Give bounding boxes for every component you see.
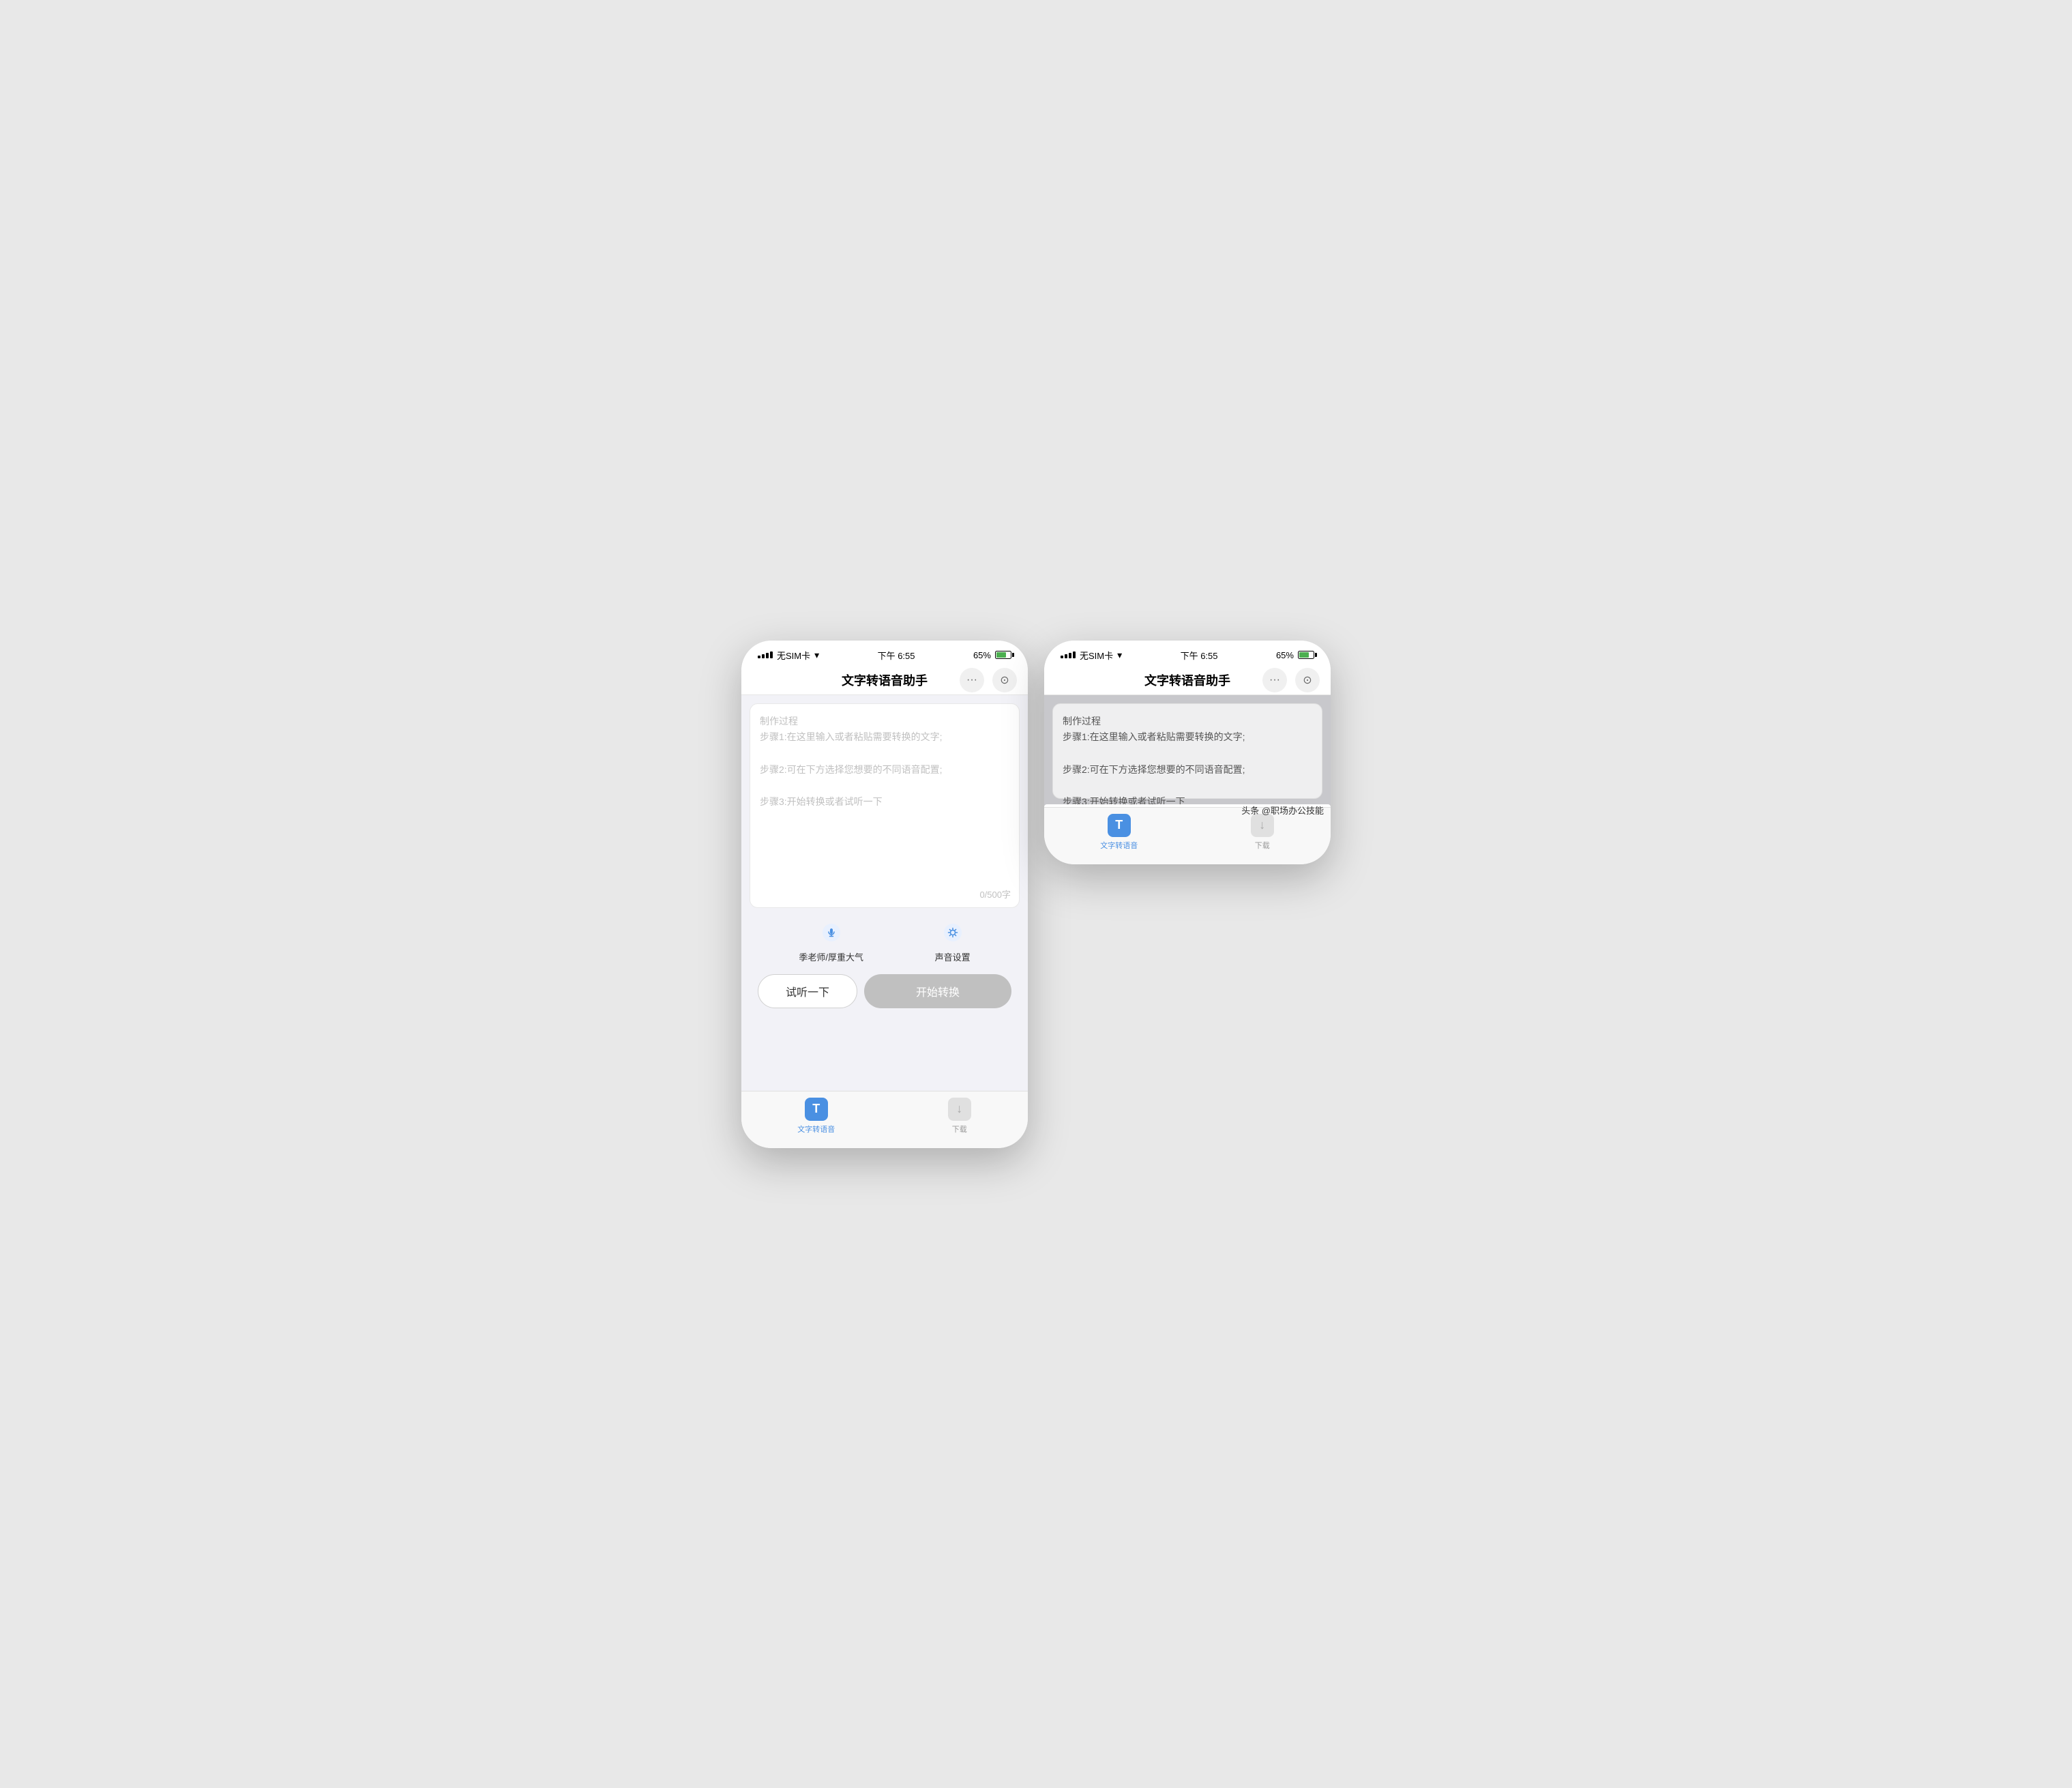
more-button-right[interactable]: ··· [1262,668,1287,692]
battery-percent: 65% [973,650,991,660]
settings-label: 声音设置 [935,950,971,963]
text-input-area[interactable]: 制作过程 步骤1:在这里输入或者粘贴需要转换的文字; 步骤2:可在下方选择您想要… [750,703,1020,908]
time-display: 下午 6:55 [878,649,915,662]
tab-download-left[interactable]: ↓ 下载 [947,1097,972,1134]
microphone-icon [818,919,845,946]
content-area-left: 制作过程 步骤1:在这里输入或者粘贴需要转换的文字; 步骤2:可在下方选择您想要… [741,695,1028,1091]
tts-tab-label: 文字转语音 [797,1124,835,1134]
tab-bar-left: T 文字转语音 ↓ 下载 [741,1091,1028,1148]
nav-title-right: 文字转语音助手 [1144,671,1230,689]
placeholder-text: 制作过程 步骤1:在这里输入或者粘贴需要转换的文字; 步骤2:可在下方选择您想要… [760,714,1009,811]
nav-bar-left: 文字转语音助手 ··· ⊙ [741,666,1028,695]
status-left: 无SIM卡 ▾ [758,649,819,662]
signal-icon [758,651,773,658]
right-phone: 无SIM卡 ▾ 下午 6:55 65% 文字转语音助手 ··· ⊙ [1044,641,1331,864]
speaker-label: 季老师/厚重大气 [799,950,863,963]
gear-icon [939,919,966,946]
record-button-left[interactable]: ⊙ [992,668,1017,692]
blurred-text-area: 制作过程 步骤1:在这里输入或者粘贴需要转换的文字; 步骤2:可在下方选择您想要… [1052,703,1322,799]
signal-icon-right [1061,651,1076,658]
carrier-text-right: 无SIM卡 [1080,649,1113,662]
left-phone: 无SIM卡 ▾ 下午 6:55 65% 文字转语音助手 ··· ⊙ [741,641,1028,1148]
action-buttons: 试听一下 开始转换 [750,974,1020,1016]
nav-bar-right: 文字转语音助手 ··· ⊙ [1044,666,1331,695]
battery-icon-right [1298,651,1314,659]
wifi-icon-right: ▾ [1117,649,1122,661]
tts-tab-icon: T [804,1097,829,1122]
tab-download-right[interactable]: ↓ 下载 [1250,813,1275,851]
download-tab-icon-right: ↓ [1250,813,1275,838]
status-right: 65% [973,650,1011,660]
content-wrapper-right: 制作过程 步骤1:在这里输入或者粘贴需要转换的文字; 步骤2:可在下方选择您想要… [1044,695,1331,807]
more-button-left[interactable]: ··· [960,668,984,692]
tab-tts-right[interactable]: T 文字转语音 [1100,813,1138,851]
char-count: 0/500字 [979,888,1011,900]
status-bar-right: 无SIM卡 ▾ 下午 6:55 65% [1044,641,1331,666]
battery-icon [995,651,1011,659]
tts-tab-icon-right: T [1107,813,1131,838]
battery-percent-right: 65% [1276,650,1294,660]
preview-button[interactable]: 试听一下 [758,974,857,1008]
nav-actions-left: ··· ⊙ [960,668,1017,692]
wifi-icon: ▾ [814,649,819,661]
nav-actions-right: ··· ⊙ [1262,668,1320,692]
status-right-right: 65% [1276,650,1314,660]
watermark: 头条 @职场办公技能 [1241,804,1324,817]
download-tab-label-right: 下载 [1255,840,1270,851]
status-left-right: 无SIM卡 ▾ [1061,649,1122,662]
download-tab-icon: ↓ [947,1097,972,1122]
tab-tts-left[interactable]: T 文字转语音 [797,1097,835,1134]
tts-tab-label-right: 文字转语音 [1100,840,1138,851]
blurred-background: 制作过程 步骤1:在这里输入或者粘贴需要转换的文字; 步骤2:可在下方选择您想要… [1044,695,1331,807]
convert-button[interactable]: 开始转换 [864,974,1011,1008]
voice-controls: 季老师/厚重大气 声音设置 [750,908,1020,974]
time-display-right: 下午 6:55 [1181,649,1218,662]
settings-button[interactable]: 声音设置 [935,919,971,963]
record-button-right[interactable]: ⊙ [1295,668,1320,692]
speaker-button[interactable]: 季老师/厚重大气 [799,919,863,963]
nav-title-left: 文字转语音助手 [842,671,928,689]
download-tab-label: 下载 [952,1124,967,1134]
carrier-text: 无SIM卡 [777,649,810,662]
status-bar-left: 无SIM卡 ▾ 下午 6:55 65% [741,641,1028,666]
